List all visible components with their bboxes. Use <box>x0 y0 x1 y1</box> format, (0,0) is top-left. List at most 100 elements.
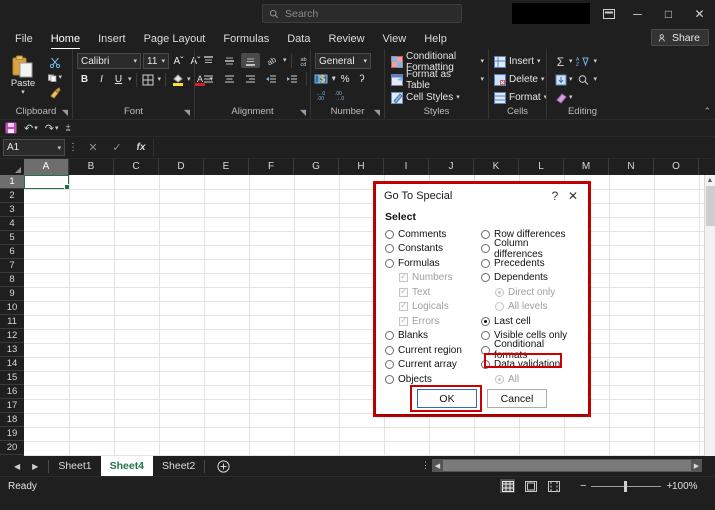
column-header-B[interactable]: B <box>69 159 114 175</box>
vertical-scrollbar[interactable]: ▲ <box>704 175 715 456</box>
chevron-down-icon[interactable]: ▾ <box>537 58 541 65</box>
fill-down-icon[interactable] <box>553 72 568 87</box>
column-header-K[interactable]: K <box>474 159 519 175</box>
row-header-6[interactable]: 6 <box>0 245 24 259</box>
underline-dropdown-icon[interactable]: ▾ <box>128 76 132 83</box>
increase-font-size-button[interactable]: Aˇ <box>171 54 186 69</box>
first-sheet-button[interactable]: ◀ <box>14 462 20 471</box>
decrease-indent-icon[interactable] <box>262 71 281 86</box>
column-header-I[interactable]: I <box>384 159 429 175</box>
row-header-11[interactable]: 11 <box>0 315 24 329</box>
align-center-icon[interactable] <box>220 71 239 86</box>
alignment-dialog-launcher[interactable]: ◥ <box>300 107 306 119</box>
radio-precedents[interactable] <box>481 259 490 268</box>
option-dependents[interactable]: Dependents <box>481 271 577 286</box>
font-name-combobox[interactable]: Calibri ▾ <box>77 53 141 69</box>
row-header-15[interactable]: 15 <box>0 371 24 385</box>
column-header-J[interactable]: J <box>429 159 474 175</box>
option-current-array[interactable]: Current array <box>385 358 481 373</box>
option-last-cell[interactable]: Last cell <box>481 314 577 329</box>
undo-arrow-icon[interactable]: ↶▾ <box>24 122 38 135</box>
sheet-tab-sheet4[interactable]: Sheet4 <box>101 456 153 476</box>
maximize-button[interactable]: □ <box>653 0 684 28</box>
zoom-slider[interactable] <box>591 481 661 492</box>
option-constants[interactable]: Constants <box>385 242 481 257</box>
column-header-H[interactable]: H <box>339 159 384 175</box>
radio-objects[interactable] <box>385 375 394 384</box>
fill-color-dropdown-icon[interactable]: ▾ <box>187 76 191 83</box>
close-button[interactable]: ✕ <box>684 0 715 28</box>
column-header-D[interactable]: D <box>159 159 204 175</box>
radio-column-differences[interactable] <box>481 244 490 253</box>
radio-blanks[interactable] <box>385 331 394 340</box>
align-top-icon[interactable] <box>199 53 218 68</box>
ribbon-tab-file[interactable]: File <box>6 30 42 49</box>
page-layout-view-icon[interactable] <box>523 479 538 493</box>
column-header-F[interactable]: F <box>249 159 294 175</box>
help-icon[interactable]: ? <box>546 189 564 203</box>
radio-current-array[interactable] <box>385 360 394 369</box>
radio-current-region[interactable] <box>385 346 394 355</box>
format-painter-brush-icon[interactable] <box>48 86 62 99</box>
row-header-7[interactable]: 7 <box>0 259 24 273</box>
decrease-decimal-icon[interactable]: .00→.0 <box>335 90 349 104</box>
last-sheet-button[interactable]: ▶ <box>32 462 38 471</box>
formula-input[interactable] <box>153 139 711 156</box>
clear-eraser-icon[interactable] <box>553 90 568 105</box>
cell-styles-button[interactable]: Cell Styles ▾ <box>391 89 460 106</box>
option-objects[interactable]: Objects <box>385 372 481 387</box>
column-header-G[interactable]: G <box>294 159 339 175</box>
column-header-E[interactable]: E <box>204 159 249 175</box>
font-size-combobox[interactable]: 11 ▾ <box>143 53 169 69</box>
option-formulas[interactable]: Formulas <box>385 256 481 271</box>
column-header-M[interactable]: M <box>564 159 609 175</box>
row-header-13[interactable]: 13 <box>0 343 24 357</box>
paste-dropdown-icon[interactable]: ▾ <box>21 89 25 96</box>
borders-dropdown-icon[interactable]: ▾ <box>158 76 162 83</box>
row-header-12[interactable]: 12 <box>0 329 24 343</box>
option-comments[interactable]: Comments <box>385 227 481 242</box>
zoom-out-button[interactable]: − <box>580 480 586 492</box>
ribbon-tab-review[interactable]: Review <box>319 30 373 49</box>
sheet-view-options-icon[interactable]: ⋮ <box>421 460 430 471</box>
number-format-combobox[interactable]: General ▾ <box>315 53 371 69</box>
chevron-down-icon[interactable]: ▾ <box>594 76 598 83</box>
row-header-17[interactable]: 17 <box>0 399 24 413</box>
autosum-sigma-icon[interactable]: Σ <box>553 54 568 69</box>
orientation-dropdown-icon[interactable]: ▾ <box>283 57 287 64</box>
scroll-left-arrow[interactable]: ◀ <box>432 462 443 470</box>
redo-arrow-icon[interactable]: ↷▾ <box>45 122 59 135</box>
sort-and-filter-icon[interactable]: AZ <box>574 54 593 69</box>
ribbon-tab-insert[interactable]: Insert <box>89 30 135 49</box>
comma-style-button[interactable]: ʔ <box>355 72 370 87</box>
minimize-button[interactable]: ─ <box>622 0 653 28</box>
row-header-3[interactable]: 3 <box>0 203 24 217</box>
copy-icon[interactable]: ▾ <box>48 71 62 84</box>
borders-icon[interactable] <box>141 72 156 87</box>
name-box[interactable]: A1 ▾ <box>3 139 65 156</box>
row-header-14[interactable]: 14 <box>0 357 24 371</box>
radio-formulas[interactable] <box>385 259 394 268</box>
formula-bar-options-icon[interactable]: ⋮ <box>65 142 81 153</box>
ribbon-tab-view[interactable]: View <box>374 30 416 49</box>
radio-last-cell[interactable] <box>481 317 490 326</box>
ribbon-tab-formulas[interactable]: Formulas <box>214 30 278 49</box>
column-header-O[interactable]: O <box>654 159 699 175</box>
horizontal-scroll-thumb[interactable] <box>443 460 691 471</box>
accounting-format-icon[interactable]: $ <box>315 72 330 87</box>
option-current-region[interactable]: Current region <box>385 343 481 358</box>
find-and-select-magnifier-icon[interactable] <box>574 72 593 87</box>
radio-comments[interactable] <box>385 230 394 239</box>
number-dialog-launcher[interactable]: ◥ <box>374 107 380 119</box>
font-dialog-launcher[interactable]: ◥ <box>184 107 190 119</box>
align-middle-icon[interactable] <box>220 53 239 68</box>
radio-constants[interactable] <box>385 244 394 253</box>
radio-visible-cells-only[interactable] <box>481 331 490 340</box>
column-header-A[interactable]: A <box>24 159 69 175</box>
ok-button[interactable]: OK <box>417 389 477 408</box>
chevron-down-icon[interactable]: ▾ <box>456 94 460 101</box>
increase-indent-icon[interactable] <box>283 71 302 86</box>
chevron-down-icon[interactable]: ▾ <box>569 94 573 101</box>
chevron-down-icon[interactable]: ▾ <box>569 76 573 83</box>
italic-button[interactable]: I <box>94 72 109 87</box>
